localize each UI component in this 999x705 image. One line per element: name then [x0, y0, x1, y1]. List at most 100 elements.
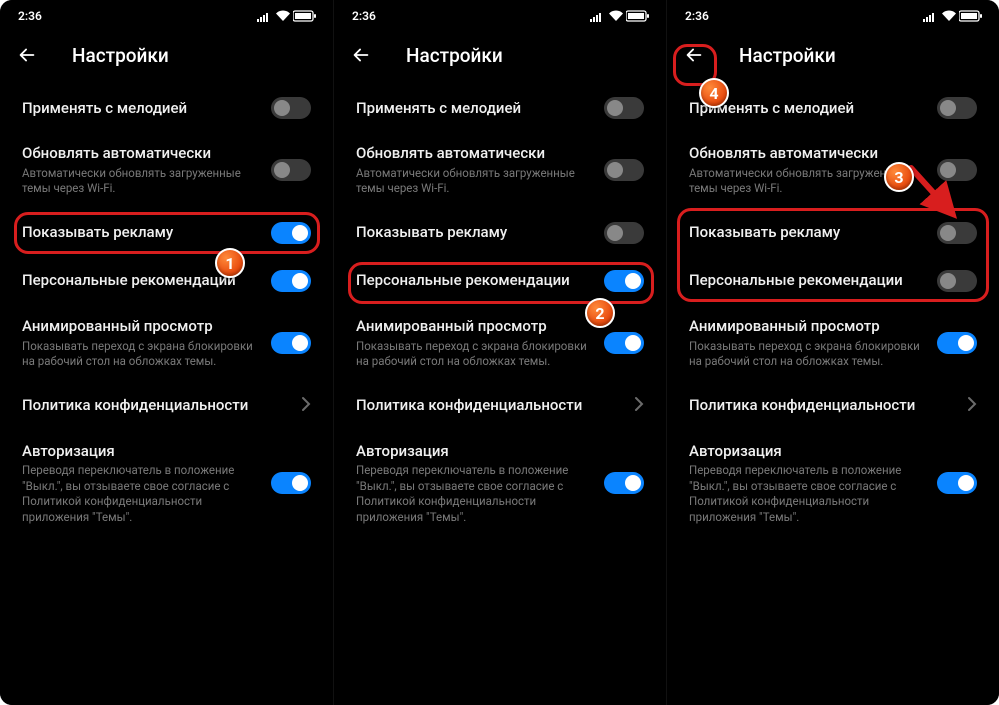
- toggle-anim-preview[interactable]: [937, 332, 977, 354]
- wifi-icon: [941, 10, 957, 22]
- toggle-authorization[interactable]: [604, 472, 644, 494]
- annotation-badge-4: 4: [699, 78, 729, 108]
- row-title: Обновлять автоматически: [689, 144, 927, 163]
- row-animated-preview[interactable]: Анимированный просмотр Показывать перехо…: [667, 305, 999, 382]
- wifi-icon: [275, 10, 291, 22]
- row-subtitle: Автоматически обновлять загруженные темы…: [356, 166, 594, 197]
- row-personal-recommendations[interactable]: Персональные рекомендации: [667, 257, 999, 305]
- row-subtitle: Показывать переход с экрана блокировки н…: [689, 339, 927, 370]
- chevron-right-icon: [967, 396, 977, 416]
- toggle-melody[interactable]: [937, 97, 977, 119]
- row-auto-update[interactable]: Обновлять автоматически Автоматически об…: [0, 132, 333, 209]
- signal-icon: [590, 11, 606, 22]
- toggle-melody[interactable]: [604, 97, 644, 119]
- toggle-auto-update[interactable]: [937, 159, 977, 181]
- annotation-badge-3: 3: [884, 162, 914, 192]
- row-title: Анимированный просмотр: [356, 317, 594, 336]
- tutorial-canvas: 2:36 Настройки Применять с мелодией Обно…: [0, 0, 999, 705]
- battery-icon: [626, 10, 650, 22]
- toggle-authorization[interactable]: [271, 472, 311, 494]
- toggle-show-ads[interactable]: [937, 222, 977, 244]
- row-authorization[interactable]: Авторизация Переводя переключатель в пол…: [334, 430, 666, 538]
- row-subtitle: Переводя переключатель в положение "Выкл…: [689, 463, 927, 525]
- back-button[interactable]: [14, 42, 40, 68]
- toggle-auto-update[interactable]: [271, 159, 311, 181]
- toggle-show-ads[interactable]: [604, 222, 644, 244]
- row-privacy-policy[interactable]: Политика конфиденциальности: [0, 382, 333, 430]
- row-animated-preview[interactable]: Анимированный просмотр Показывать перехо…: [0, 305, 333, 382]
- row-title: Показывать рекламу: [356, 223, 594, 242]
- toggle-melody[interactable]: [271, 97, 311, 119]
- signal-icon: [923, 11, 939, 22]
- row-title: Анимированный просмотр: [22, 317, 261, 336]
- row-title: Обновлять автоматически: [22, 144, 261, 163]
- row-title: Авторизация: [22, 442, 261, 461]
- row-subtitle: Переводя переключатель в положение "Выкл…: [22, 463, 261, 525]
- row-auto-update[interactable]: Обновлять автоматически Автоматически об…: [334, 132, 666, 209]
- phone-screen-2: 2:36 Настройки Применять с мелодией Обно…: [333, 0, 666, 705]
- signal-icon: [257, 11, 273, 22]
- settings-list: Применять с мелодией Обновлять автоматич…: [667, 82, 999, 539]
- annotation-badge-1: 1: [215, 248, 245, 278]
- row-apply-with-melody[interactable]: Применять с мелодией: [334, 84, 666, 132]
- arrow-left-icon: [683, 44, 705, 66]
- row-personal-recommendations[interactable]: Персональные рекомендации: [334, 257, 666, 305]
- row-title: Политика конфиденциальности: [356, 396, 624, 415]
- row-title: Показывать рекламу: [689, 223, 927, 242]
- row-title: Применять с мелодией: [356, 99, 594, 118]
- row-show-ads[interactable]: Показывать рекламу: [334, 209, 666, 257]
- phone-screen-3: 2:36 Настройки Применять с мелодией Обно…: [666, 0, 999, 705]
- row-title: Показывать рекламу: [22, 223, 261, 242]
- toggle-show-ads[interactable]: [271, 222, 311, 244]
- row-subtitle: Показывать переход с экрана блокировки н…: [22, 339, 261, 370]
- settings-header: Настройки: [334, 28, 666, 82]
- row-animated-preview[interactable]: Анимированный просмотр Показывать перехо…: [334, 305, 666, 382]
- row-subtitle: Показывать переход с экрана блокировки н…: [356, 339, 594, 370]
- toggle-personal-rec[interactable]: [604, 270, 644, 292]
- row-authorization[interactable]: Авторизация Переводя переключатель в пол…: [0, 430, 333, 538]
- status-bar: 2:36: [0, 0, 333, 28]
- toggle-auto-update[interactable]: [604, 159, 644, 181]
- row-subtitle: Автоматически обновлять загруженные темы…: [22, 166, 261, 197]
- row-title: Политика конфиденциальности: [689, 396, 957, 415]
- page-title: Настройки: [72, 44, 169, 67]
- toggle-anim-preview[interactable]: [271, 332, 311, 354]
- arrow-left-icon: [16, 44, 38, 66]
- toggle-anim-preview[interactable]: [604, 332, 644, 354]
- row-privacy-policy[interactable]: Политика конфиденциальности: [334, 382, 666, 430]
- row-show-ads[interactable]: Показывать рекламу: [0, 209, 333, 257]
- toggle-authorization[interactable]: [937, 472, 977, 494]
- phone-screen-1: 2:36 Настройки Применять с мелодией Обно…: [0, 0, 333, 705]
- chevron-right-icon: [301, 396, 311, 416]
- row-show-ads[interactable]: Показывать рекламу: [667, 209, 999, 257]
- battery-icon: [293, 10, 317, 22]
- annotation-badge-2: 2: [585, 298, 615, 328]
- row-authorization[interactable]: Авторизация Переводя переключатель в пол…: [667, 430, 999, 538]
- row-auto-update[interactable]: Обновлять автоматически Автоматически об…: [667, 132, 999, 209]
- status-icons: [590, 10, 650, 22]
- row-title: Применять с мелодией: [22, 99, 261, 118]
- toggle-personal-rec[interactable]: [271, 270, 311, 292]
- row-title: Персональные рекомендации: [689, 271, 927, 290]
- row-privacy-policy[interactable]: Политика конфиденциальности: [667, 382, 999, 430]
- row-personal-recommendations[interactable]: Персональные рекомендации: [0, 257, 333, 305]
- settings-header: Настройки: [667, 28, 999, 82]
- chevron-right-icon: [634, 396, 644, 416]
- status-time: 2:36: [685, 9, 709, 23]
- row-apply-with-melody[interactable]: Применять с мелодией: [0, 84, 333, 132]
- back-button[interactable]: [348, 42, 374, 68]
- settings-list: Применять с мелодией Обновлять автоматич…: [0, 82, 333, 539]
- row-title: Обновлять автоматически: [356, 144, 594, 163]
- row-title: Авторизация: [356, 442, 594, 461]
- status-bar: 2:36: [667, 0, 999, 28]
- row-title: Авторизация: [689, 442, 927, 461]
- page-title: Настройки: [739, 44, 836, 67]
- status-icons: [923, 10, 983, 22]
- status-icons: [257, 10, 317, 22]
- row-title: Политика конфиденциальности: [22, 396, 291, 415]
- status-time: 2:36: [18, 9, 42, 23]
- status-time: 2:36: [352, 9, 376, 23]
- back-button[interactable]: [681, 42, 707, 68]
- toggle-personal-rec[interactable]: [937, 270, 977, 292]
- settings-list: Применять с мелодией Обновлять автоматич…: [334, 82, 666, 539]
